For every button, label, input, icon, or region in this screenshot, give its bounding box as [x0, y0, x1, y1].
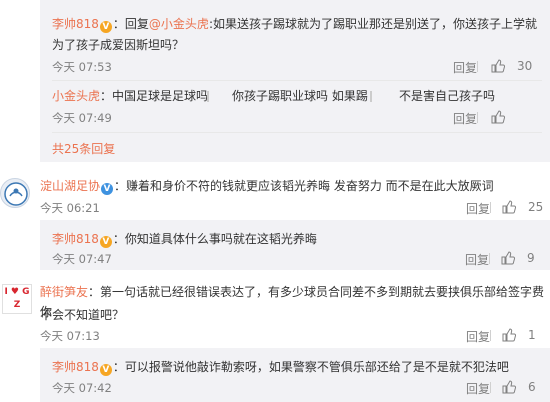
thumbs-up-icon — [502, 380, 516, 394]
divider — [52, 80, 542, 81]
comment-text: ：你知道具体什么事吗就在这韬光养晦 — [112, 232, 317, 246]
comment-text: 不是害自己孩子吗 — [399, 89, 496, 103]
comment-text: ：回复 — [112, 17, 149, 31]
timestamp: 今天 07:53 — [52, 60, 112, 74]
like-button[interactable] — [502, 380, 516, 394]
comment-text: 不会不知道吧？ — [40, 308, 125, 322]
reply-item: 李帅818 V ：可以报警说他敲诈勒索呀，如果警察不管俱乐部还给了是不是就不犯法吧 — [52, 357, 542, 377]
comment-text: :如果送孩子踢球就为了踢职业那还是别送了，你送孩子上学就 — [208, 17, 537, 31]
timestamp: 今天 07:42 — [52, 381, 112, 395]
divider — [490, 202, 491, 213]
thumbs-up-icon — [502, 200, 516, 214]
comment-text: ：可以报警说他敲诈勒索呀，如果警察不管俱乐部还给了是不是就不犯法吧 — [112, 360, 509, 374]
reply-item: 李帅818 V ：回复@小金头虎:如果送孩子踢球就为了踢职业那还是别送了，你送孩子上… — [52, 14, 542, 34]
mention-link[interactable]: @小金头虎 — [149, 17, 209, 31]
like-button[interactable] — [502, 200, 516, 214]
avatar-logo-text: I ♥ GZ — [4, 287, 30, 310]
divider — [52, 132, 542, 133]
verified-icon: V — [99, 236, 112, 248]
reply-button[interactable]: 回复 — [465, 251, 489, 268]
thumbs-up-icon — [502, 328, 516, 342]
timestamp: 今天 06:21 — [40, 201, 100, 215]
like-button[interactable] — [491, 110, 505, 124]
reply-button[interactable]: 回复 — [453, 59, 477, 76]
divider — [477, 61, 478, 72]
like-button[interactable] — [491, 59, 505, 73]
like-button[interactable] — [502, 328, 516, 342]
like-count: 6 — [528, 380, 536, 394]
reply-button[interactable]: 回复 — [453, 110, 477, 127]
timestamp: 今天 07:49 — [52, 111, 112, 125]
thumbs-up-icon — [491, 110, 505, 124]
divider — [490, 330, 491, 341]
reply-item: 李帅818 V ：你知道具体什么事吗就在这韬光养晦 — [52, 229, 542, 249]
like-count: 1 — [528, 328, 536, 342]
timestamp: 今天 07:13 — [40, 329, 100, 343]
comment-text: 为了孩子成爱因斯坦吗？ — [52, 38, 185, 52]
verified-icon: V — [101, 183, 114, 195]
divider — [477, 112, 478, 123]
divider — [490, 382, 491, 393]
timestamp: 今天 07:47 — [52, 252, 112, 266]
comment-text: 你孩子踢职业球吗 如果踢 — [232, 89, 368, 103]
avatar[interactable] — [0, 178, 30, 208]
username-link[interactable]: 醉街笋友 — [40, 285, 88, 299]
username-link[interactable]: 小金头虎 — [52, 89, 100, 103]
verified-icon: V — [99, 364, 112, 376]
username-link[interactable]: 李帅818 — [52, 232, 99, 246]
emoji-placeholder — [207, 91, 209, 102]
verified-icon: V — [99, 21, 112, 33]
like-count: 9 — [527, 251, 535, 265]
like-count: 25 — [528, 200, 544, 214]
more-replies-link[interactable]: 共25条回复 — [52, 140, 115, 157]
comment-text: ：中国足球是足球吗 — [100, 89, 209, 103]
reply-button[interactable]: 回复 — [466, 328, 490, 345]
reply-button[interactable]: 回复 — [466, 200, 490, 217]
divider — [489, 253, 490, 264]
thumbs-up-icon — [501, 251, 515, 265]
emoji-placeholder — [370, 91, 372, 102]
username-link[interactable]: 淀山湖足协 — [40, 179, 100, 193]
like-count: 30 — [517, 59, 533, 73]
username-link[interactable]: 李帅818 — [52, 17, 99, 31]
logo-icon — [4, 182, 28, 206]
reply-button[interactable]: 回复 — [466, 380, 490, 397]
username-link[interactable]: 李帅818 — [52, 360, 99, 374]
like-button[interactable] — [501, 251, 515, 265]
comment-text: ：赚着和身价不符的钱就更应该韬光养晦 发奋努力 而不是在此大放厥词 — [114, 179, 494, 193]
avatar[interactable]: I ♥ GZ — [2, 284, 32, 314]
thumbs-up-icon — [491, 59, 505, 73]
comment-item: 淀山湖足协 V ：赚着和身价不符的钱就更应该韬光养晦 发奋努力 而不是在此大放厥词 — [40, 176, 545, 196]
